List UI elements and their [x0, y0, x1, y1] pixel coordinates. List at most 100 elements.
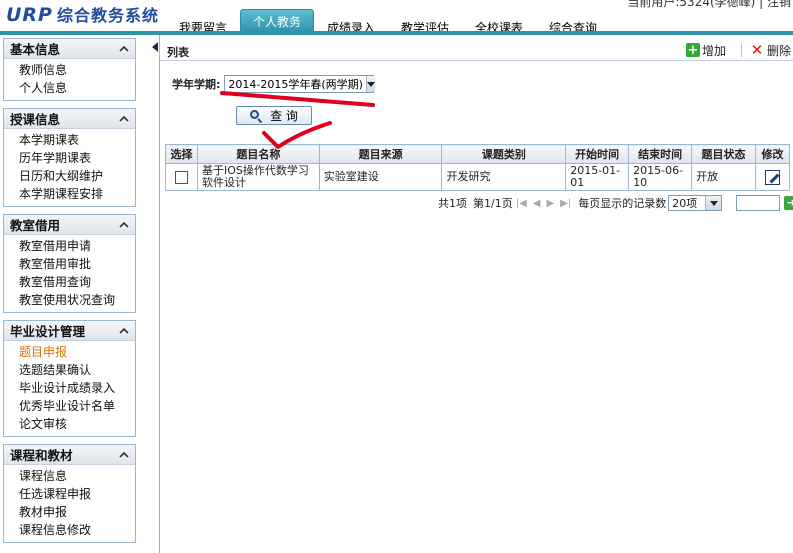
chevron-down-icon[interactable] [365, 76, 375, 92]
row-select-cell [165, 163, 198, 191]
sidebar-item-course-arrangement[interactable]: 本学期课程安排 [19, 185, 135, 203]
page-jump-input[interactable] [736, 195, 781, 211]
menu-section-title: 授课信息 [10, 112, 61, 127]
cell-end: 2015-06-10 [628, 163, 693, 191]
main-content: 列表 + 增加 ✕ 删除 学年学期: 2014-2015学年春(两学期) 查 询 [152, 35, 793, 553]
col-header-title[interactable]: 题目名称 [196, 144, 320, 164]
sidebar-item-course-modify[interactable]: 课程信息修改 [19, 521, 135, 539]
menu-section-title: 教室借用 [10, 218, 61, 233]
menu-section-header[interactable]: 教室借用 [4, 215, 135, 235]
list-title: 列表 [167, 46, 189, 59]
last-page-icon[interactable]: ▶| [560, 198, 571, 209]
chevron-down-icon[interactable] [705, 196, 722, 210]
cell-title: 基于IOS操作代数学习软件设计 [196, 163, 320, 191]
menu-section-teaching-info: 授课信息 本学期课表 历年学期课表 日历和大纲维护 本学期课程安排 [3, 108, 136, 207]
logo: URP 综合教务系统 [6, 2, 159, 26]
tab-general-query[interactable]: 综合查询 [536, 9, 610, 35]
menu-section-title: 毕业设计管理 [10, 324, 86, 339]
sidebar-item-elective-declare[interactable]: 任选课程申报 [19, 485, 135, 503]
menu-section-header[interactable]: 课程和教材 [4, 445, 135, 465]
col-header-select: 选择 [165, 144, 198, 164]
add-button[interactable]: + 增加 [686, 42, 726, 58]
semester-filter: 学年学期: 2014-2015学年春(两学期) [172, 75, 375, 93]
menu-section-header[interactable]: 授课信息 [4, 109, 135, 129]
cell-status: 开放 [691, 163, 756, 191]
sidebar-item-course-info[interactable]: 课程信息 [19, 467, 135, 485]
collapse-sidebar-icon[interactable] [152, 42, 158, 52]
sidebar: 基本信息 教师信息 个人信息 授课信息 本学期课表 历年学期课表 日历和大纲维护… [0, 35, 160, 553]
col-header-end[interactable]: 结束时间 [628, 144, 693, 164]
cell-category: 开发研究 [441, 163, 567, 191]
sidebar-item-textbook-declare[interactable]: 教材申报 [19, 503, 135, 521]
chevron-up-icon[interactable] [119, 114, 129, 124]
tab-school-schedule[interactable]: 全校课表 [462, 9, 536, 35]
first-page-icon[interactable]: |◀ [516, 198, 527, 209]
sidebar-item-borrow-query[interactable]: 教室借用查询 [19, 273, 135, 291]
next-page-icon[interactable]: ▶ [546, 198, 554, 209]
plus-icon: + [686, 42, 700, 58]
logo-text: 综合教务系统 [56, 6, 159, 25]
semester-label: 学年学期: [172, 78, 221, 91]
menu-section-graduation-design: 毕业设计管理 题目申报 选题结果确认 毕业设计成绩录入 优秀毕业设计名单 论文审… [3, 320, 136, 437]
topic-table: 选择 题目名称 题目来源 课题类别 开始时间 结束时间 题目状态 修改 基于IO… [165, 144, 791, 191]
chevron-up-icon[interactable] [119, 326, 129, 336]
query-button-label: 查 询 [270, 109, 298, 123]
menu-section-header[interactable]: 毕业设计管理 [4, 321, 135, 341]
row-checkbox[interactable] [174, 170, 188, 184]
menu-section-courses-textbooks: 课程和教材 课程信息 任选课程申报 教材申报 课程信息修改 [3, 444, 136, 543]
sidebar-item-calendar-syllabus[interactable]: 日历和大纲维护 [19, 167, 135, 185]
chevron-up-icon[interactable] [119, 220, 129, 230]
cell-source: 实验室建设 [318, 163, 443, 191]
toolbar-divider [741, 43, 742, 57]
tab-personal-affairs[interactable]: 个人教务 [240, 9, 314, 32]
chevron-up-icon[interactable] [119, 450, 129, 460]
table-row: 基于IOS操作代数学习软件设计 实验室建设 开发研究 2015-01-01 20… [165, 163, 791, 191]
menu-section-basic-info: 基本信息 教师信息 个人信息 [3, 38, 136, 101]
pagination: 共1项 第1/1页 |◀ ◀ ▶ ▶| 每页显示的记录数 20项 ➜ [438, 195, 793, 211]
cell-start: 2015-01-01 [565, 163, 630, 191]
col-header-start[interactable]: 开始时间 [565, 144, 630, 164]
sidebar-item-teacher-info[interactable]: 教师信息 [19, 61, 135, 79]
sidebar-item-thesis-review[interactable]: 论文审核 [19, 415, 135, 433]
logo-brand: URP [6, 4, 53, 26]
pager-total: 共1项 [438, 197, 467, 210]
user-info[interactable]: 当前用户:5324(李德峰) | 注销 [627, 0, 791, 10]
sidebar-item-borrow-approve[interactable]: 教室借用审批 [19, 255, 135, 273]
tab-teaching-evaluation[interactable]: 教学评估 [388, 9, 462, 35]
app-window: URP 综合教务系统 当前用户:5324(李德峰) | 注销 我要留言 个人教务… [0, 0, 793, 553]
pager-page: 第1/1页 [473, 197, 513, 210]
delete-button[interactable]: ✕ 删除 [750, 42, 791, 58]
menu-section-title: 课程和教材 [10, 448, 73, 463]
semester-select-value: 2014-2015学年春(两学期) [228, 78, 363, 91]
tab-grade-entry[interactable]: 成绩录入 [314, 9, 388, 35]
col-header-category[interactable]: 课题类别 [441, 144, 567, 164]
sidebar-item-history-schedule[interactable]: 历年学期课表 [19, 149, 135, 167]
sidebar-item-topic-confirm[interactable]: 选题结果确认 [19, 361, 135, 379]
col-header-edit: 修改 [754, 144, 791, 164]
sidebar-item-topic-declare[interactable]: 题目申报 [19, 343, 135, 361]
semester-select[interactable]: 2014-2015学年春(两学期) [224, 75, 375, 93]
chevron-up-icon[interactable] [119, 44, 129, 54]
sidebar-item-personal-info[interactable]: 个人信息 [19, 79, 135, 97]
edit-icon[interactable] [764, 169, 780, 185]
per-page-value: 20项 [672, 197, 698, 210]
query-button[interactable]: 查 询 [236, 106, 312, 125]
sidebar-item-excellent-list[interactable]: 优秀毕业设计名单 [19, 397, 135, 415]
sidebar-item-borrow-apply[interactable]: 教室借用申请 [19, 237, 135, 255]
sidebar-item-usage-query[interactable]: 教室使用状况查询 [19, 291, 135, 309]
menu-section-header[interactable]: 基本信息 [4, 39, 135, 59]
col-header-source[interactable]: 题目来源 [318, 144, 443, 164]
col-header-status[interactable]: 题目状态 [691, 144, 756, 164]
row-edit-cell [754, 163, 791, 191]
table-header-row: 选择 题目名称 题目来源 课题类别 开始时间 结束时间 题目状态 修改 [165, 144, 791, 164]
delete-button-label: 删除 [767, 43, 792, 58]
tab-message[interactable]: 我要留言 [166, 9, 240, 35]
top-nav-tabs: 我要留言 个人教务 成绩录入 教学评估 全校课表 综合查询 [166, 9, 610, 35]
sidebar-item-current-schedule[interactable]: 本学期课表 [19, 131, 135, 149]
per-page-select[interactable]: 20项 [668, 195, 723, 211]
sidebar-item-grade-entry[interactable]: 毕业设计成绩录入 [19, 379, 135, 397]
prev-page-icon[interactable]: ◀ [533, 198, 541, 209]
menu-section-title: 基本信息 [10, 42, 61, 57]
header: URP 综合教务系统 当前用户:5324(李德峰) | 注销 我要留言 个人教务… [0, 0, 793, 35]
go-arrow-icon[interactable]: ➜ [784, 196, 793, 210]
